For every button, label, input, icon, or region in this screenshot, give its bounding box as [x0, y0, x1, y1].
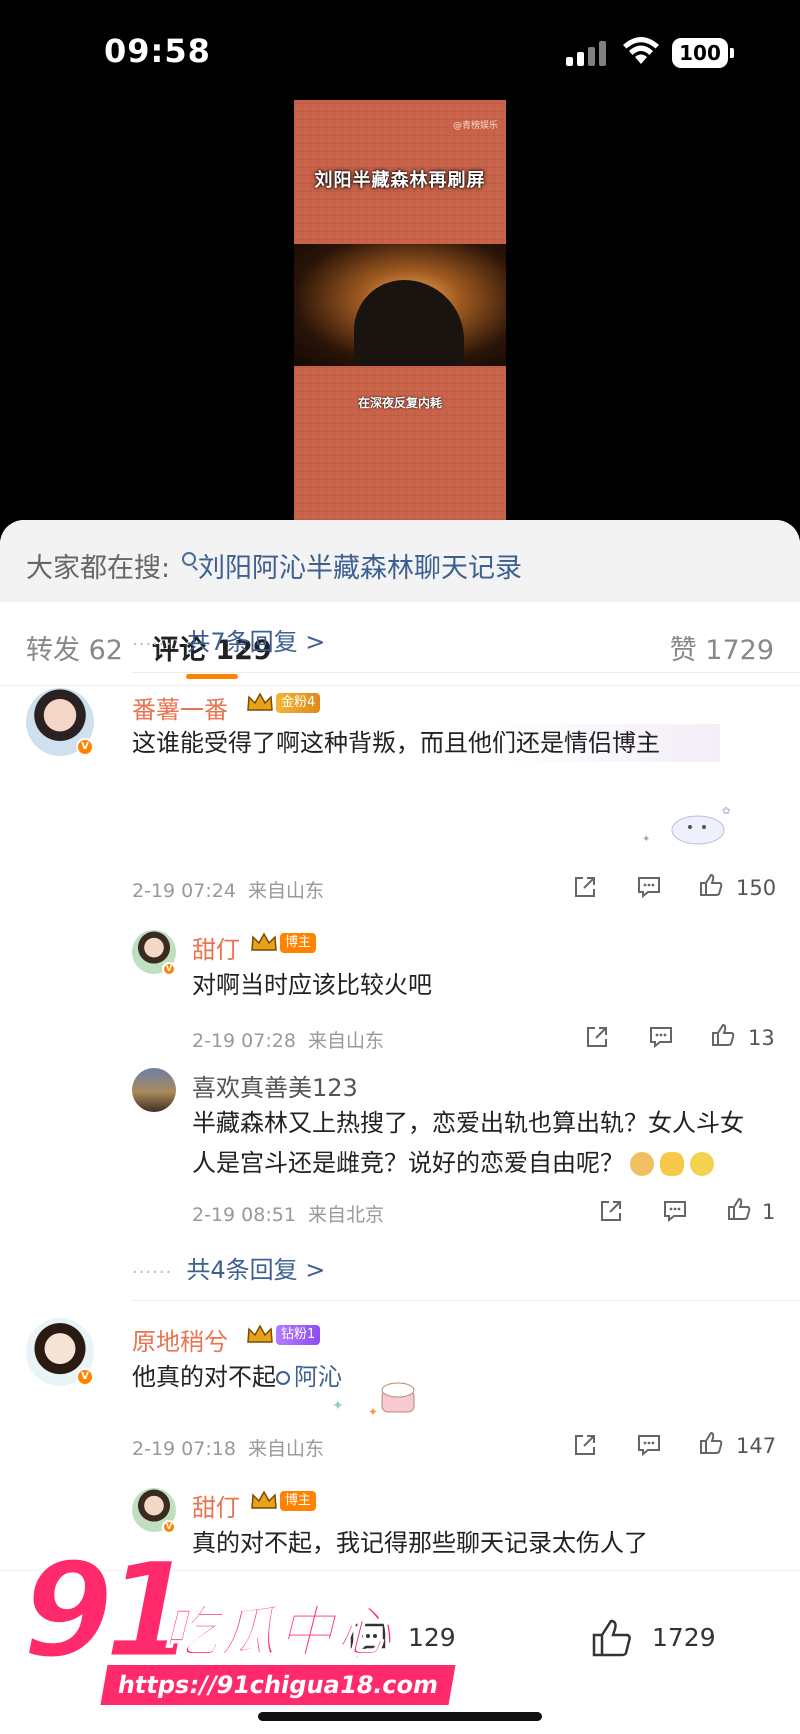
cellular-signal-icon [566, 40, 610, 66]
crown-icon [247, 1324, 273, 1343]
verified-badge-icon: V [76, 738, 94, 756]
comment-text-body: 他真的对不起 [132, 1363, 276, 1391]
verified-badge-icon: V [162, 962, 176, 976]
svg-text:✦: ✦ [368, 1405, 378, 1419]
reply-time: 2-19 08:51 [192, 1204, 296, 1226]
blogger-badge: 博主 [280, 933, 317, 953]
thinking-emoji-icon [690, 1152, 714, 1176]
comment-meta: 2-19 07:24 来自山东 [132, 876, 324, 903]
more-replies-label: 共7条回复 > [186, 628, 326, 656]
like-icon[interactable] [698, 872, 724, 898]
share-icon[interactable] [572, 1432, 598, 1458]
reply-username[interactable]: 甜仃 [192, 930, 240, 965]
like-count: 147 [736, 1434, 777, 1458]
reply-text: 人是宫斗还是雌竞？说好的恋爱自由呢？ [192, 1149, 624, 1177]
reply-location: 来自北京 [308, 1204, 385, 1226]
reply-meta: 2-19 08:51 来自北京 [192, 1200, 384, 1227]
share-icon[interactable] [584, 1024, 610, 1050]
tab-active-indicator [186, 674, 238, 679]
video-player[interactable]: @青榜娱乐 刘阳半藏森林再刷屏 在深夜反复内耗 [0, 100, 800, 520]
shrug-emoji-icon [660, 1152, 684, 1176]
more-replies-label: 共4条回复 > [186, 1256, 326, 1284]
divider [132, 672, 800, 673]
comment-username[interactable]: 番薯一番 [132, 690, 228, 725]
like-total[interactable]: 1729 [652, 1623, 716, 1652]
like-icon[interactable] [590, 1617, 634, 1659]
blogger-badge: 博主 [280, 1491, 317, 1511]
verified-badge-icon: V [76, 1368, 94, 1386]
doge-emoji-icon [630, 1152, 654, 1176]
like-icon[interactable] [710, 1022, 736, 1048]
reply-icon[interactable] [648, 1024, 674, 1050]
like-icon[interactable] [698, 1430, 724, 1456]
watermark-url: https://91chigua18.com [100, 1665, 456, 1705]
divider [132, 1300, 800, 1301]
reply-username[interactable]: 喜欢真善美123 [192, 1068, 358, 1103]
battery-icon: 100 [672, 38, 734, 68]
crown-icon [251, 932, 277, 951]
search-icon [182, 552, 196, 566]
like-count: 150 [736, 876, 777, 900]
share-icon[interactable] [572, 874, 598, 900]
search-query-link[interactable]: 刘阳阿沁半藏森林聊天记录 [198, 546, 522, 585]
svg-text:✦: ✦ [642, 834, 650, 845]
reply-username[interactable]: 甜仃 [192, 1488, 240, 1523]
reply-icon[interactable] [636, 1432, 662, 1458]
reply-text-line-1: 半藏森林又上热搜了，恋爱出轨也算出轨？女人斗女 [192, 1109, 744, 1137]
site-watermark-logo: 91 吃瓜中心 https://91chigua18.com [21, 1544, 462, 1720]
more-replies-link[interactable]: ······ 共7条回复 > [132, 622, 325, 657]
watermark-name: 吃瓜中心 [161, 1599, 394, 1666]
more-replies-link[interactable]: ······ 共4条回复 > [132, 1250, 325, 1285]
fan-rank-badge: 金粉4 [276, 693, 321, 713]
video-frame[interactable]: @青榜娱乐 刘阳半藏森林再刷屏 在深夜反复内耗 [294, 100, 506, 520]
cake-sticker-icon: ✦ ✦ [332, 1382, 415, 1419]
search-icon [276, 1371, 290, 1385]
video-caption: 在深夜反复内耗 [357, 396, 442, 410]
share-icon[interactable] [598, 1198, 624, 1224]
reply-text: 对啊当时应该比较火吧 [192, 971, 432, 999]
crown-icon [251, 1490, 277, 1509]
comment-meta: 2-19 07:18 来自山东 [132, 1434, 324, 1461]
tab-like[interactable]: 赞 1729 [670, 628, 774, 667]
comment-username[interactable]: 原地稍兮 [132, 1322, 228, 1357]
svg-text:✿: ✿ [722, 806, 730, 817]
comment-location: 来自山东 [248, 880, 325, 902]
like-icon[interactable] [726, 1196, 752, 1222]
like-count: 1 [762, 1200, 776, 1224]
comment-time: 2-19 07:18 [132, 1438, 236, 1460]
svg-text:✦: ✦ [332, 1398, 344, 1414]
tab-bar: 转发 62 评论 129 赞 1729 [0, 602, 800, 686]
video-watermark: @青榜娱乐 [452, 121, 498, 131]
tab-repost[interactable]: 转发 62 [26, 628, 123, 667]
comment-location: 来自山东 [248, 1438, 325, 1460]
reply-time: 2-19 07:28 [192, 1030, 296, 1052]
reply-text-line-2: 人是宫斗还是雌竞？说好的恋爱自由呢？ [192, 1144, 714, 1182]
reply-icon[interactable] [662, 1198, 688, 1224]
verified-badge-icon: V [162, 1520, 176, 1534]
reply-location: 来自山东 [308, 1030, 385, 1052]
comment-text: 这谁能受得了啊这种背叛，而且他们还是情侣博主 [132, 724, 720, 762]
status-bar: 09:58 100 [0, 0, 800, 100]
sticker-decoration-icon: ✦✿ [642, 806, 730, 845]
reply-icon[interactable] [636, 874, 662, 900]
fan-rank-badge: 钻粉1 [276, 1325, 321, 1345]
trending-search-bar[interactable]: 大家都在搜: 刘阳阿沁半藏森林聊天记录 [0, 520, 800, 602]
home-indicator[interactable] [258, 1712, 542, 1721]
comment-time: 2-19 07:24 [132, 880, 236, 902]
crown-icon [247, 692, 273, 711]
wifi-icon [623, 37, 659, 64]
video-still-image [294, 244, 506, 366]
like-count: 13 [748, 1026, 775, 1050]
video-title: 刘阳半藏森林再刷屏 [314, 170, 486, 191]
search-prefix: 大家都在搜: [26, 553, 171, 584]
avatar[interactable] [132, 1068, 176, 1112]
status-time: 09:58 [104, 32, 211, 70]
reply-meta: 2-19 07:28 来自山东 [192, 1026, 384, 1053]
comment-text: 他真的对不起 阿沁 [132, 1358, 342, 1396]
